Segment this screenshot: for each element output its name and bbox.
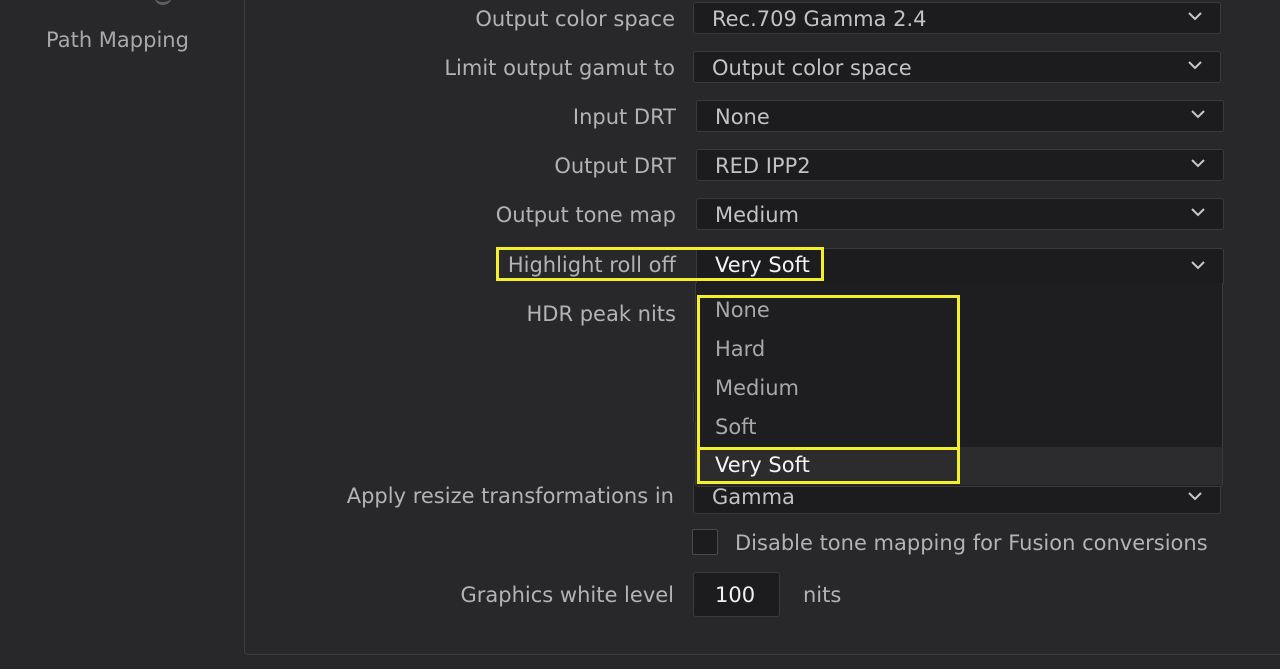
apply-resize-label: Apply resize transformations in (346, 484, 674, 508)
sidebar-partial-icon (154, 0, 172, 5)
input-drt-select[interactable]: None (696, 100, 1224, 132)
input-drt-value: None (715, 105, 770, 129)
graphics-white-level-label: Graphics white level (460, 583, 675, 607)
output-tone-map-select[interactable]: Medium (696, 198, 1224, 230)
output-tone-map-label: Output tone map (495, 203, 676, 227)
output-drt-value: RED IPP2 (715, 154, 811, 178)
dropdown-option-hard[interactable]: Hard (696, 331, 1222, 369)
dropdown-option-medium[interactable]: Medium (696, 370, 1222, 408)
output-drt-select[interactable]: RED IPP2 (696, 149, 1224, 181)
sidebar: Path Mapping (0, 0, 244, 669)
chevron-down-icon (1188, 491, 1202, 501)
apply-resize-value: Gamma (712, 485, 795, 509)
dropdown-option-none[interactable]: None (696, 292, 1222, 330)
chevron-down-icon (1188, 11, 1202, 21)
output-color-space-value: Rec.709 Gamma 2.4 (712, 7, 927, 31)
chevron-down-icon (1188, 60, 1202, 70)
highlight-roll-off-dropdown: None Hard Medium Soft Very Soft (695, 283, 1223, 487)
preferences-window: Path Mapping Output color space Rec.709 … (0, 0, 1280, 669)
highlight-roll-off-value: Very Soft (715, 253, 810, 277)
disable-tone-mapping-label: Disable tone mapping for Fusion conversi… (735, 531, 1208, 555)
limit-output-gamut-value: Output color space (712, 56, 912, 80)
highlight-roll-off-label: Highlight roll off (507, 253, 676, 277)
input-drt-label: Input DRT (572, 105, 676, 129)
chevron-down-icon (1191, 260, 1205, 270)
sidebar-item-path-mapping[interactable]: Path Mapping (46, 28, 189, 52)
hdr-peak-nits-label: HDR peak nits (526, 302, 676, 326)
highlight-roll-off-select[interactable]: Very Soft (696, 248, 1224, 284)
graphics-white-level-value: 100 (715, 583, 756, 607)
chevron-down-icon (1191, 109, 1205, 119)
dropdown-option-soft[interactable]: Soft (696, 409, 1222, 447)
chevron-down-icon (1191, 158, 1205, 168)
output-drt-label: Output DRT (554, 154, 676, 178)
disable-tone-mapping-checkbox[interactable] (692, 529, 718, 555)
output-tone-map-value: Medium (715, 203, 799, 227)
graphics-white-level-input[interactable]: 100 (693, 572, 780, 617)
output-color-space-label: Output color space (475, 7, 675, 31)
limit-output-gamut-label: Limit output gamut to (444, 56, 675, 80)
output-color-space-select[interactable]: Rec.709 Gamma 2.4 (693, 2, 1221, 34)
chevron-down-icon (1191, 207, 1205, 217)
limit-output-gamut-select[interactable]: Output color space (693, 51, 1221, 83)
graphics-white-level-unit: nits (803, 583, 842, 607)
dropdown-option-very-soft[interactable]: Very Soft (696, 447, 1222, 485)
